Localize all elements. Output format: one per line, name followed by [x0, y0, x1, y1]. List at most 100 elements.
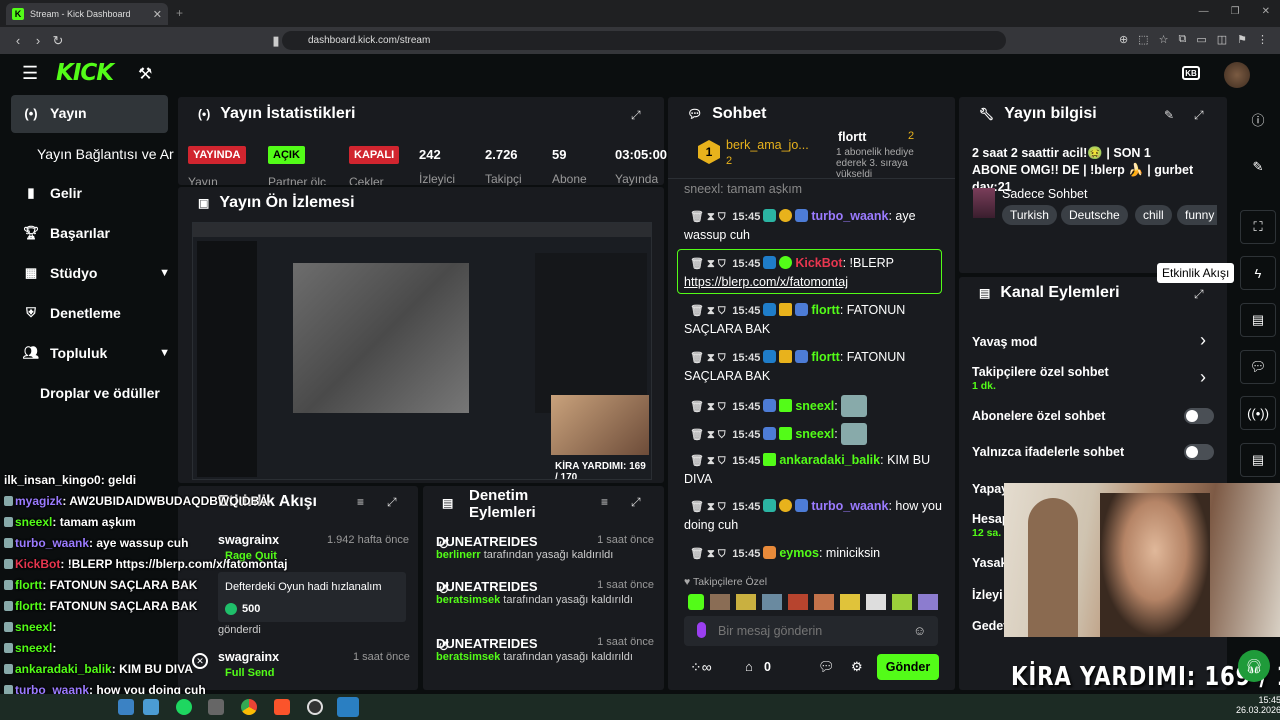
- spotify-icon[interactable]: [176, 699, 192, 715]
- pencil-icon[interactable]: ✎: [1240, 150, 1276, 184]
- taskbar-app-icon[interactable]: [118, 699, 134, 715]
- taskbar-app-icon[interactable]: [208, 699, 224, 715]
- avatar[interactable]: [1224, 62, 1250, 88]
- reload-icon[interactable]: ↻: [48, 33, 68, 49]
- sidebar-item-topluluk[interactable]: 👥︎ Topluluk ▼: [22, 345, 170, 361]
- sidebar-item-denetleme[interactable]: ⛨ Denetleme: [22, 305, 170, 321]
- send-button[interactable]: Gönder: [877, 654, 939, 680]
- expand-icon[interactable]: ⤢: [631, 495, 641, 510]
- brave-icon[interactable]: [274, 699, 290, 715]
- expand-icon[interactable]: ⤢: [1194, 108, 1204, 123]
- trash-icon[interactable]: 🗑︎ ⧗ ⛉: [690, 401, 726, 413]
- emote-icon[interactable]: [762, 594, 782, 610]
- overlay-chat-user: sneexl: [15, 515, 53, 529]
- taskbar-app-icon[interactable]: [143, 699, 159, 715]
- back-icon[interactable]: ‹: [8, 33, 28, 48]
- emote-bar[interactable]: [688, 594, 938, 612]
- chat-username[interactable]: turbo_waank: [811, 499, 888, 513]
- sidebar-item-basarilar[interactable]: 🏆︎ Başarılar: [22, 225, 170, 241]
- lightning-icon[interactable]: ϟ: [1240, 256, 1276, 290]
- url-field[interactable]: dashboard.kick.com/stream: [282, 31, 1006, 50]
- trash-icon[interactable]: 🗑︎ ⧗ ⛉: [690, 352, 726, 364]
- chat-username[interactable]: ankaradaki_balik: [779, 453, 880, 467]
- expand-icon[interactable]: ⤢: [631, 108, 641, 123]
- kicks-wallet-icon[interactable]: ⁘∞: [690, 659, 712, 676]
- sidebar-item-gelir[interactable]: ▮ Gelir: [22, 185, 170, 201]
- emote-icon[interactable]: [688, 594, 704, 610]
- forward-icon[interactable]: ›: [28, 33, 48, 48]
- sidebar-item-drops[interactable]: Droplar ve ödüller: [40, 385, 188, 401]
- emote-icon[interactable]: [710, 594, 730, 610]
- chat-link[interactable]: https://blerp.com/x/fatomontaj: [684, 275, 848, 289]
- chat-username[interactable]: flortt: [811, 303, 839, 317]
- action-item[interactable]: Yasak: [972, 556, 1007, 570]
- emote-icon[interactable]: [788, 594, 808, 610]
- kick-logo[interactable]: KICK: [56, 60, 114, 86]
- actions-icon[interactable]: ▤: [1240, 443, 1276, 477]
- pencil-icon[interactable]: ✎: [1164, 108, 1174, 122]
- action-slow-mode[interactable]: Yavaş mod: [972, 335, 1037, 349]
- sidebar-item-stream-key[interactable]: Yayın Bağlantısı ve Ar: [37, 146, 176, 162]
- chevron-right-icon[interactable]: ›: [1200, 330, 1206, 351]
- emote-icon[interactable]: [814, 594, 834, 610]
- obs-icon[interactable]: [307, 699, 323, 715]
- expand-icon[interactable]: ⤢: [1194, 287, 1204, 302]
- menu-icon[interactable]: ☰: [22, 63, 38, 84]
- emote-icon[interactable]: [866, 594, 886, 610]
- close-tab-icon[interactable]: ✕: [153, 8, 162, 21]
- chat-username[interactable]: sneexl: [795, 399, 834, 413]
- chat-username[interactable]: eymos: [779, 546, 819, 560]
- extension-icons[interactable]: ⊕ ⬚ ☆ ⧉ ▭ ◫ ⚑ ⋮: [1119, 33, 1268, 46]
- chevron-right-icon[interactable]: ›: [1200, 367, 1206, 388]
- browser-tab[interactable]: K Stream - Kick Dashboard ✕: [6, 3, 168, 25]
- store-icon[interactable]: ⌂: [745, 659, 753, 674]
- chat-icon[interactable]: 💬︎: [1240, 350, 1276, 384]
- chrome-icon[interactable]: [241, 699, 257, 715]
- action-item[interactable]: Yapay: [972, 482, 1008, 496]
- chat-bubble-icon[interactable]: 💬︎: [818, 659, 835, 675]
- trash-icon[interactable]: 🗑︎ ⧗ ⛉: [690, 501, 726, 513]
- emotes-only-toggle[interactable]: [1184, 444, 1214, 460]
- mic-icon[interactable]: [697, 622, 706, 638]
- trash-icon[interactable]: 🗑︎ ⧗ ⛉: [690, 548, 726, 560]
- taskbar-app-icon[interactable]: [337, 697, 359, 717]
- sidebar-item-yayin[interactable]: (•) Yayın: [22, 105, 170, 121]
- keyboard-icon[interactable]: KB: [1182, 66, 1200, 80]
- doc-icon[interactable]: ▤: [1240, 303, 1276, 337]
- emote-icon[interactable]: [840, 594, 860, 610]
- hammer-icon[interactable]: ⚒: [138, 64, 152, 84]
- category-name[interactable]: Sadece Sohbet: [1002, 187, 1088, 201]
- info-icon[interactable]: ⓘ: [1240, 102, 1276, 136]
- trash-icon[interactable]: 🗑︎ ⧗ ⛉: [690, 455, 726, 467]
- filter-icon[interactable]: ≡: [357, 495, 364, 509]
- window-controls[interactable]: — ❐ ✕: [1199, 6, 1270, 17]
- expand-icon[interactable]: ⤢: [387, 495, 397, 510]
- trash-icon[interactable]: 🗑︎ ⧗ ⛉: [690, 429, 726, 441]
- pinned-user[interactable]: berk_ama_jo...: [726, 138, 809, 152]
- headset-icon[interactable]: 🎧︎: [1238, 650, 1270, 682]
- stream-preview[interactable]: KİRA YARDIMI: 169 / 170: [192, 222, 652, 480]
- broadcast-icon[interactable]: ((•)): [1240, 396, 1276, 430]
- gear-icon[interactable]: ⚙: [851, 659, 863, 675]
- chat-input[interactable]: [718, 620, 908, 642]
- chat-username[interactable]: KickBot: [795, 256, 842, 270]
- action-item[interactable]: Gedet: [972, 619, 1007, 633]
- filter-icon[interactable]: ≡: [601, 495, 608, 509]
- screenshot-icon[interactable]: ⛶: [1240, 210, 1276, 244]
- trash-icon[interactable]: 🗑︎ ⧗ ⛉: [690, 211, 726, 223]
- sidebar-item-studyo[interactable]: ▦ Stüdyo ▼: [22, 265, 170, 281]
- emote-icon[interactable]: [892, 594, 912, 610]
- action-followers-only[interactable]: Takipçilere özel sohbet: [972, 365, 1109, 379]
- trash-icon[interactable]: 🗑︎ ⧗ ⛉: [690, 258, 726, 270]
- new-tab-icon[interactable]: +: [176, 6, 183, 20]
- pinned-user[interactable]: flortt: [838, 130, 866, 144]
- chat-username[interactable]: turbo_waank: [811, 209, 888, 223]
- action-item[interactable]: İzleyi: [972, 588, 1003, 602]
- chat-username[interactable]: sneexl: [795, 427, 834, 441]
- emote-icon[interactable]: [736, 594, 756, 610]
- emoji-icon[interactable]: ☺: [913, 623, 926, 638]
- trash-icon[interactable]: 🗑︎ ⧗ ⛉: [690, 305, 726, 317]
- chat-username[interactable]: flortt: [811, 350, 839, 364]
- subs-only-toggle[interactable]: [1184, 408, 1214, 424]
- emote-icon[interactable]: [918, 594, 938, 610]
